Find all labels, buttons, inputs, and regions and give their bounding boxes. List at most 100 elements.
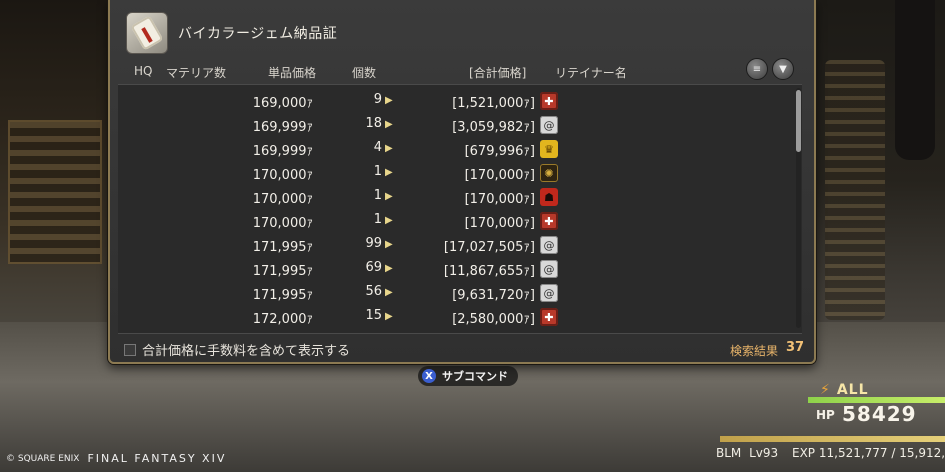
background-pillar: [8, 120, 102, 264]
background-character: [895, 0, 935, 160]
column-materia[interactable]: マテリア数: [166, 64, 226, 81]
red-cross-emblem-icon: ✚: [540, 308, 558, 326]
copyright-footer: © SQUARE ENIX FINAL FANTASY XIV: [6, 452, 226, 465]
arrow-icon: ▶: [385, 215, 393, 226]
dark-gold-emblem-icon: ✺: [540, 164, 558, 182]
red-cross-emblem-icon: ✚: [540, 212, 558, 230]
arrow-icon: ▶: [385, 167, 393, 178]
subcommand-prompt[interactable]: X サブコマンド: [418, 366, 518, 386]
listings-list: 169,000ｧ 9 ▶ [1,521,000ｧ] ✚ 169,999ｧ 18 …: [118, 84, 802, 334]
total-price: [3,059,982ｧ]: [452, 120, 535, 135]
lightning-icon: ⚡: [820, 382, 831, 398]
total-price: [11,867,655ｧ]: [443, 264, 535, 279]
scroll-icon[interactable]: [126, 12, 168, 54]
unit-price: 169,999ｧ: [252, 144, 313, 159]
listing-row[interactable]: 172,000ｧ 15 ▶ [2,580,000ｧ] ✚: [118, 305, 802, 329]
swirl-emblem-icon: @: [540, 116, 558, 134]
quantity: 1: [373, 164, 382, 179]
swirl-emblem-icon: @: [540, 284, 558, 302]
unit-price: 170,000ｧ: [252, 168, 313, 183]
listing-row[interactable]: 171,995ｧ 69 ▶ [11,867,655ｧ] @: [118, 257, 802, 281]
quantity: 4: [373, 140, 382, 155]
background-left-scenery: [0, 0, 112, 330]
red-cross-emblem-icon: ✚: [540, 92, 558, 110]
listing-row[interactable]: 171,995ｧ 99 ▶ [17,027,505ｧ] @: [118, 233, 802, 257]
target-all-indicator: ⚡ ALL: [820, 382, 869, 398]
search-results-label: 検索結果: [730, 344, 779, 358]
total-price: [170,000ｧ]: [464, 192, 535, 207]
job-level-exp: BLM Lv93 EXP 11,521,777 / 15,912,: [716, 446, 945, 460]
quantity: 9: [373, 92, 382, 107]
total-price: [170,000ｧ]: [464, 168, 535, 183]
arrow-icon: ▶: [385, 287, 393, 298]
listing-row[interactable]: 170,000ｧ 1 ▶ [170,000ｧ] ✚: [118, 209, 802, 233]
hp-value: 58429: [842, 402, 917, 426]
job-name: BLM: [716, 446, 742, 460]
column-quantity[interactable]: 個数: [352, 64, 376, 81]
listing-row[interactable]: 169,999ｧ 4 ▶ [679,996ｧ] ♛: [118, 137, 802, 161]
exp-bar: [720, 436, 945, 442]
background-right-scenery: [810, 0, 945, 360]
column-total[interactable]: [合計価格]: [469, 64, 526, 81]
yellow-emblem-icon: ♛: [540, 140, 558, 158]
subcommand-label: サブコマンド: [442, 370, 508, 383]
total-price: [9,631,720ｧ]: [452, 288, 535, 303]
unit-price: 171,995ｧ: [252, 288, 313, 303]
red-face-emblem-icon: ☗: [540, 188, 558, 206]
total-price: [1,521,000ｧ]: [452, 96, 535, 111]
listing-row[interactable]: 169,999ｧ 18 ▶ [3,059,982ｧ] @: [118, 113, 802, 137]
unit-price: 169,000ｧ: [252, 96, 313, 111]
game-logo: FINAL FANTASY XIV: [87, 452, 227, 465]
background-ornament: [825, 60, 885, 320]
filter-icon[interactable]: ▼: [772, 58, 794, 80]
target-all-label: ALL: [836, 382, 869, 398]
quantity: 1: [373, 212, 382, 227]
item-name: バイカラージェム納品証: [178, 26, 338, 42]
arrow-icon: ▶: [385, 119, 393, 130]
include-fee-label[interactable]: 合計価格に手数料を含めて表示する: [142, 340, 350, 359]
include-fee-checkbox[interactable]: [124, 344, 136, 356]
swirl-emblem-icon: @: [540, 260, 558, 278]
quantity: 18: [365, 116, 382, 131]
quantity: 1: [373, 188, 382, 203]
search-results-count: 37: [786, 340, 805, 355]
unit-price: 169,999ｧ: [252, 120, 313, 135]
listing-row[interactable]: 169,000ｧ 9 ▶ [1,521,000ｧ] ✚: [118, 89, 802, 113]
scrollbar-thumb[interactable]: [796, 90, 801, 152]
total-price: [2,580,000ｧ]: [452, 312, 535, 327]
arrow-icon: ▶: [385, 95, 393, 106]
unit-price: 171,995ｧ: [252, 264, 313, 279]
column-headers: HQ マテリア数 単品価格 個数 [合計価格] リテイナー名: [110, 64, 814, 82]
quantity: 99: [365, 236, 382, 251]
arrow-icon: ▶: [385, 191, 393, 202]
unit-price: 171,995ｧ: [252, 240, 313, 255]
window-footer: 合計価格に手数料を含めて表示する 検索結果 37: [110, 336, 814, 360]
quantity: 56: [365, 284, 382, 299]
hp-label: HP: [816, 408, 835, 422]
unit-price: 172,000ｧ: [252, 312, 313, 327]
total-price: [17,027,505ｧ]: [443, 240, 535, 255]
exp-value: EXP 11,521,777 / 15,912,: [792, 446, 945, 460]
column-unit-price[interactable]: 単品価格: [268, 64, 316, 81]
total-price: [170,000ｧ]: [464, 216, 535, 231]
arrow-icon: ▶: [385, 263, 393, 274]
listing-row[interactable]: 170,000ｧ 1 ▶ [170,000ｧ] ☗: [118, 185, 802, 209]
publisher-logo: © SQUARE ENIX: [6, 453, 80, 464]
listing-row[interactable]: 171,995ｧ 56 ▶ [9,631,720ｧ] @: [118, 281, 802, 305]
arrow-icon: ▶: [385, 311, 393, 322]
unit-price: 170,000ｧ: [252, 216, 313, 231]
unit-price: 170,000ｧ: [252, 192, 313, 207]
list-options-icon[interactable]: ≡: [746, 58, 768, 80]
quantity: 15: [365, 308, 382, 323]
total-price: [679,996ｧ]: [464, 144, 535, 159]
quantity: 69: [365, 260, 382, 275]
job-level: Lv93: [749, 446, 779, 460]
x-button-icon: X: [422, 369, 436, 383]
swirl-emblem-icon: @: [540, 236, 558, 254]
arrow-icon: ▶: [385, 239, 393, 250]
item-header: バイカラージェム納品証: [126, 10, 337, 56]
column-retainer[interactable]: リテイナー名: [555, 64, 627, 81]
listing-row[interactable]: 170,000ｧ 1 ▶ [170,000ｧ] ✺: [118, 161, 802, 185]
column-hq[interactable]: HQ: [134, 64, 152, 78]
market-board-window: バイカラージェム納品証 HQ マテリア数 単品価格 個数 [合計価格] リテイナ…: [108, 0, 816, 364]
